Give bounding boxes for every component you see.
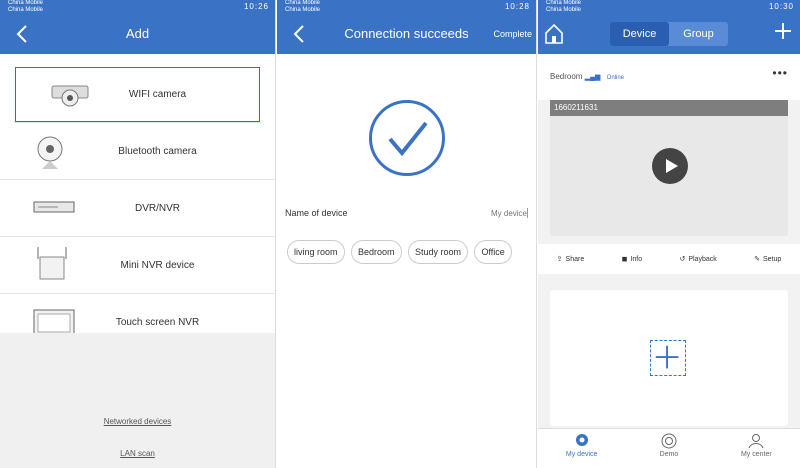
lan-scan-link[interactable]: LAN scan bbox=[0, 449, 275, 458]
more-icon[interactable]: ••• bbox=[772, 66, 788, 80]
nav-label: My center bbox=[740, 451, 772, 458]
clock: 10:28 bbox=[504, 2, 530, 11]
room-chip[interactable]: Study room bbox=[407, 240, 468, 264]
nav-label: My device bbox=[565, 451, 598, 458]
segment-control: Device Group bbox=[610, 22, 728, 46]
carrier-label: China Mobile bbox=[8, 7, 44, 13]
device-id: 1660211631 bbox=[550, 100, 788, 116]
playback-label: Playback bbox=[688, 255, 717, 263]
nav-demo[interactable]: Demo bbox=[625, 429, 712, 468]
share-button[interactable]: ⇪ Share bbox=[556, 255, 585, 264]
info-button[interactable]: ◼ Info bbox=[621, 255, 643, 264]
share-icon: ⇪ bbox=[556, 256, 563, 263]
clock: 10:26 bbox=[243, 2, 269, 11]
playback-icon: ↺ bbox=[679, 256, 686, 263]
info-label: Info bbox=[630, 255, 643, 263]
app-screens: China Mobile China Mobile 10:26 Add WIFI… bbox=[0, 0, 800, 468]
tab-group[interactable]: Group bbox=[669, 22, 728, 46]
setup-button[interactable]: ✎ Setup bbox=[754, 255, 782, 264]
page-title: Connection succeeds bbox=[344, 26, 469, 41]
wrench-icon: ✎ bbox=[754, 256, 760, 263]
status-badge: Online bbox=[606, 75, 625, 81]
home-icon[interactable] bbox=[544, 23, 564, 45]
networked-devices-link[interactable]: Networked devices bbox=[0, 417, 275, 426]
carrier-label: China Mobile bbox=[8, 0, 44, 6]
back-icon[interactable] bbox=[12, 14, 32, 54]
camera-preview[interactable]: 1660211631 bbox=[550, 100, 788, 236]
dvr-icon bbox=[33, 201, 75, 213]
user-icon bbox=[748, 434, 764, 449]
device-type-bluetooth-camera[interactable]: Bluetooth camera bbox=[0, 123, 275, 180]
add-device-card[interactable] bbox=[550, 290, 788, 426]
room-chips: living room Bedroom Study room Office bbox=[287, 240, 527, 272]
page-title: Add bbox=[125, 26, 150, 41]
footer-area: Networked devices LAN scan bbox=[0, 333, 275, 468]
nav-my-device[interactable]: My device bbox=[538, 429, 625, 468]
bluetooth-camera-icon bbox=[37, 136, 63, 169]
device-type-wifi-camera[interactable]: WIFI camera bbox=[14, 66, 261, 123]
carrier-label: China Mobile bbox=[546, 7, 582, 13]
device-name-input[interactable] bbox=[468, 208, 528, 218]
status-bar: China Mobile China Mobile 10:26 bbox=[0, 0, 275, 14]
mini-nvr-icon bbox=[37, 247, 67, 280]
device-actions: ⇪ Share ◼ Info ↺ Playback ✎ Setup bbox=[538, 244, 800, 274]
room-chip[interactable]: Office bbox=[474, 240, 512, 264]
room-header: Bedroom ▂▄▆ Online ••• bbox=[538, 54, 800, 100]
clock: 10:30 bbox=[768, 2, 794, 11]
demo-icon bbox=[661, 433, 677, 449]
device-name-label: Name of device bbox=[285, 208, 348, 218]
setup-label: Setup bbox=[762, 255, 782, 263]
device-type-dvr-nvr[interactable]: DVR/NVR bbox=[0, 180, 275, 237]
signal-icon: ▂▄▆ bbox=[584, 74, 601, 81]
device-type-mini-nvr[interactable]: Mini NVR device bbox=[0, 237, 275, 294]
device-name-row: Name of device bbox=[285, 208, 528, 218]
carrier-label: China Mobile bbox=[285, 7, 321, 13]
header: Connection succeeds Complete bbox=[277, 14, 536, 54]
room-name: Bedroom bbox=[550, 72, 583, 81]
camera-nav-icon bbox=[575, 434, 588, 446]
success-check-icon bbox=[369, 100, 445, 176]
carrier-label: China Mobile bbox=[546, 0, 582, 6]
status-bar: China Mobile China Mobile 10:30 bbox=[538, 0, 800, 14]
complete-button[interactable]: Complete bbox=[493, 14, 532, 54]
share-label: Share bbox=[565, 255, 585, 263]
header: Device Group bbox=[538, 14, 800, 54]
room-chip[interactable]: living room bbox=[287, 240, 345, 264]
add-icon[interactable] bbox=[774, 22, 792, 40]
wifi-camera-icon bbox=[51, 85, 89, 107]
info-icon: ◼ bbox=[621, 256, 628, 263]
playback-button[interactable]: ↺ Playback bbox=[679, 255, 717, 264]
add-screen: China Mobile China Mobile 10:26 Add WIFI… bbox=[0, 0, 276, 468]
header: Add bbox=[0, 14, 275, 54]
device-list-screen: China Mobile China Mobile 10:30 Device G… bbox=[538, 0, 800, 468]
back-icon[interactable] bbox=[289, 14, 309, 54]
tab-device[interactable]: Device bbox=[610, 22, 669, 46]
bottom-nav: My device Demo My center bbox=[538, 428, 800, 468]
status-bar: China Mobile China Mobile 10:28 bbox=[277, 0, 536, 14]
nav-my-center[interactable]: My center bbox=[713, 429, 800, 468]
add-device-plus-icon[interactable] bbox=[650, 340, 686, 376]
play-icon[interactable] bbox=[652, 148, 688, 184]
room-chip[interactable]: Bedroom bbox=[350, 240, 402, 264]
nav-label: Demo bbox=[659, 451, 679, 458]
carrier-label: China Mobile bbox=[285, 0, 321, 6]
connection-screen: China Mobile China Mobile 10:28 Connecti… bbox=[277, 0, 537, 468]
